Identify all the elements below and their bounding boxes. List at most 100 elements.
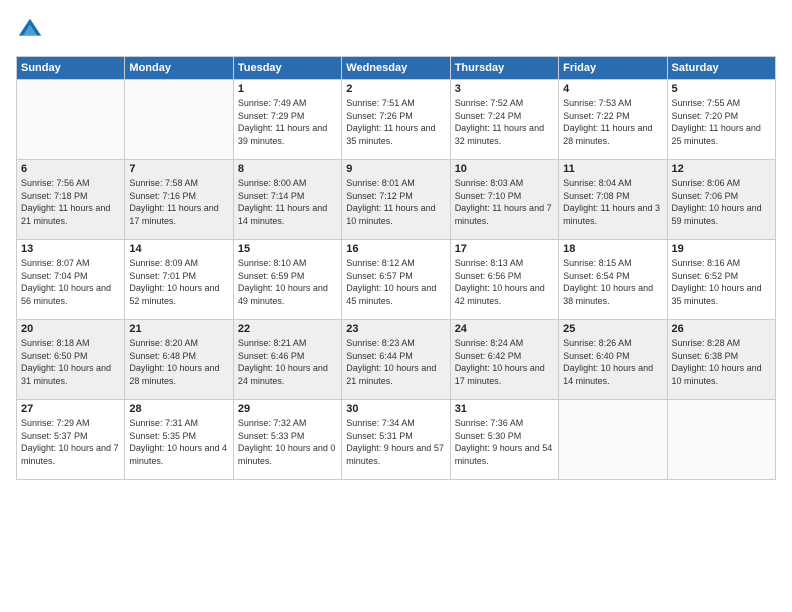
calendar-cell: 13 Sunrise: 8:07 AM Sunset: 7:04 PM Dayli… xyxy=(17,240,125,320)
day-info: Sunrise: 8:13 AM Sunset: 6:56 PM Dayligh… xyxy=(455,257,554,307)
calendar-cell: 27 Sunrise: 7:29 AM Sunset: 5:37 PM Dayli… xyxy=(17,400,125,480)
day-info: Sunrise: 8:26 AM Sunset: 6:40 PM Dayligh… xyxy=(563,337,662,387)
day-number: 30 xyxy=(346,403,445,415)
generalblue-logo-icon xyxy=(16,16,44,44)
day-info: Sunrise: 8:21 AM Sunset: 6:46 PM Dayligh… xyxy=(238,337,337,387)
day-number: 27 xyxy=(21,403,120,415)
day-number: 23 xyxy=(346,323,445,335)
day-number: 4 xyxy=(563,83,662,95)
calendar-cell: 21 Sunrise: 8:20 AM Sunset: 6:48 PM Dayli… xyxy=(125,320,233,400)
weekday-header-wednesday: Wednesday xyxy=(342,57,450,80)
day-info: Sunrise: 7:31 AM Sunset: 5:35 PM Dayligh… xyxy=(129,417,228,467)
day-number: 18 xyxy=(563,243,662,255)
calendar-week-row: 1 Sunrise: 7:49 AM Sunset: 7:29 PM Daylig… xyxy=(17,80,776,160)
day-number: 29 xyxy=(238,403,337,415)
logo xyxy=(16,16,48,44)
calendar-cell: 9Sunrise: 8:01 AM Sunset: 7:12 PM Daylig… xyxy=(342,160,450,240)
day-number: 10 xyxy=(455,163,554,175)
day-info: Sunrise: 8:24 AM Sunset: 6:42 PM Dayligh… xyxy=(455,337,554,387)
calendar-week-row: 27 Sunrise: 7:29 AM Sunset: 5:37 PM Dayli… xyxy=(17,400,776,480)
calendar-cell: 6Sunrise: 7:56 AM Sunset: 7:18 PM Daylig… xyxy=(17,160,125,240)
day-number: 12 xyxy=(672,163,771,175)
weekday-header-monday: Monday xyxy=(125,57,233,80)
day-number: 16 xyxy=(346,243,445,255)
day-info: Sunrise: 7:52 AM Sunset: 7:24 PM Dayligh… xyxy=(455,97,554,147)
day-info: Sunrise: 7:53 AM Sunset: 7:22 PM Dayligh… xyxy=(563,97,662,147)
day-info: Sunrise: 8:28 AM Sunset: 6:38 PM Dayligh… xyxy=(672,337,771,387)
calendar-cell: 18 Sunrise: 8:15 AM Sunset: 6:54 PM Dayli… xyxy=(559,240,667,320)
calendar-cell: 7 Sunrise: 7:58 AM Sunset: 7:16 PM Daylig… xyxy=(125,160,233,240)
day-info: Sunrise: 8:00 AM Sunset: 7:14 PM Dayligh… xyxy=(238,177,337,227)
day-info: Sunrise: 7:56 AM Sunset: 7:18 PM Dayligh… xyxy=(21,177,120,227)
calendar-cell: 26 Sunrise: 8:28 AM Sunset: 6:38 PM Dayli… xyxy=(667,320,775,400)
day-info: Sunrise: 7:34 AM Sunset: 5:31 PM Dayligh… xyxy=(346,417,445,467)
calendar-cell: 2 Sunrise: 7:51 AM Sunset: 7:26 PM Daylig… xyxy=(342,80,450,160)
day-info: Sunrise: 8:16 AM Sunset: 6:52 PM Dayligh… xyxy=(672,257,771,307)
calendar-cell xyxy=(559,400,667,480)
day-number: 17 xyxy=(455,243,554,255)
day-number: 26 xyxy=(672,323,771,335)
day-number: 31 xyxy=(455,403,554,415)
calendar-cell: 10 Sunrise: 8:03 AM Sunset: 7:10 PM Dayli… xyxy=(450,160,558,240)
calendar-week-row: 20 Sunrise: 8:18 AM Sunset: 6:50 PM Dayli… xyxy=(17,320,776,400)
calendar-cell: 11 Sunrise: 8:04 AM Sunset: 7:08 PM Dayli… xyxy=(559,160,667,240)
day-number: 2 xyxy=(346,83,445,95)
day-info: Sunrise: 7:36 AM Sunset: 5:30 PM Dayligh… xyxy=(455,417,554,467)
day-info: Sunrise: 8:06 AM Sunset: 7:06 PM Dayligh… xyxy=(672,177,771,227)
day-info: Sunrise: 8:04 AM Sunset: 7:08 PM Dayligh… xyxy=(563,177,662,227)
day-number: 3 xyxy=(455,83,554,95)
calendar-cell: 16 Sunrise: 8:12 AM Sunset: 6:57 PM Dayli… xyxy=(342,240,450,320)
day-info: Sunrise: 7:32 AM Sunset: 5:33 PM Dayligh… xyxy=(238,417,337,467)
day-info: Sunrise: 7:58 AM Sunset: 7:16 PM Dayligh… xyxy=(129,177,228,227)
calendar-cell: 3 Sunrise: 7:52 AM Sunset: 7:24 PM Daylig… xyxy=(450,80,558,160)
calendar-cell: 29 Sunrise: 7:32 AM Sunset: 5:33 PM Dayli… xyxy=(233,400,341,480)
calendar-cell: 15 Sunrise: 8:10 AM Sunset: 6:59 PM Dayli… xyxy=(233,240,341,320)
calendar-cell: 4 Sunrise: 7:53 AM Sunset: 7:22 PM Daylig… xyxy=(559,80,667,160)
day-number: 1 xyxy=(238,83,337,95)
calendar-cell: 20 Sunrise: 8:18 AM Sunset: 6:50 PM Dayli… xyxy=(17,320,125,400)
calendar-cell: 12 Sunrise: 8:06 AM Sunset: 7:06 PM Dayli… xyxy=(667,160,775,240)
day-info: Sunrise: 8:07 AM Sunset: 7:04 PM Dayligh… xyxy=(21,257,120,307)
calendar-week-row: 6Sunrise: 7:56 AM Sunset: 7:18 PM Daylig… xyxy=(17,160,776,240)
day-number: 24 xyxy=(455,323,554,335)
day-info: Sunrise: 8:09 AM Sunset: 7:01 PM Dayligh… xyxy=(129,257,228,307)
weekday-header-row: SundayMondayTuesdayWednesdayThursdayFrid… xyxy=(17,57,776,80)
day-number: 21 xyxy=(129,323,228,335)
day-number: 5 xyxy=(672,83,771,95)
calendar-cell: 19 Sunrise: 8:16 AM Sunset: 6:52 PM Dayli… xyxy=(667,240,775,320)
day-info: Sunrise: 8:12 AM Sunset: 6:57 PM Dayligh… xyxy=(346,257,445,307)
day-number: 19 xyxy=(672,243,771,255)
weekday-header-saturday: Saturday xyxy=(667,57,775,80)
day-number: 22 xyxy=(238,323,337,335)
day-number: 11 xyxy=(563,163,662,175)
calendar-cell xyxy=(667,400,775,480)
day-info: Sunrise: 8:23 AM Sunset: 6:44 PM Dayligh… xyxy=(346,337,445,387)
page-header xyxy=(16,16,776,44)
calendar-cell: 22 Sunrise: 8:21 AM Sunset: 6:46 PM Dayli… xyxy=(233,320,341,400)
day-info: Sunrise: 7:51 AM Sunset: 7:26 PM Dayligh… xyxy=(346,97,445,147)
calendar-body: 1 Sunrise: 7:49 AM Sunset: 7:29 PM Daylig… xyxy=(17,80,776,480)
day-info: Sunrise: 8:15 AM Sunset: 6:54 PM Dayligh… xyxy=(563,257,662,307)
day-info: Sunrise: 7:29 AM Sunset: 5:37 PM Dayligh… xyxy=(21,417,120,467)
calendar-cell xyxy=(17,80,125,160)
day-info: Sunrise: 7:49 AM Sunset: 7:29 PM Dayligh… xyxy=(238,97,337,147)
day-number: 9 xyxy=(346,163,445,175)
day-number: 28 xyxy=(129,403,228,415)
day-info: Sunrise: 7:55 AM Sunset: 7:20 PM Dayligh… xyxy=(672,97,771,147)
day-info: Sunrise: 8:20 AM Sunset: 6:48 PM Dayligh… xyxy=(129,337,228,387)
calendar-cell: 25Sunrise: 8:26 AM Sunset: 6:40 PM Dayli… xyxy=(559,320,667,400)
calendar-cell xyxy=(125,80,233,160)
day-number: 7 xyxy=(129,163,228,175)
calendar-cell: 31 Sunrise: 7:36 AM Sunset: 5:30 PM Dayli… xyxy=(450,400,558,480)
day-number: 13 xyxy=(21,243,120,255)
calendar-cell: 17 Sunrise: 8:13 AM Sunset: 6:56 PM Dayli… xyxy=(450,240,558,320)
day-info: Sunrise: 8:03 AM Sunset: 7:10 PM Dayligh… xyxy=(455,177,554,227)
day-number: 15 xyxy=(238,243,337,255)
day-number: 20 xyxy=(21,323,120,335)
day-info: Sunrise: 8:18 AM Sunset: 6:50 PM Dayligh… xyxy=(21,337,120,387)
calendar-table: SundayMondayTuesdayWednesdayThursdayFrid… xyxy=(16,56,776,480)
weekday-header-thursday: Thursday xyxy=(450,57,558,80)
day-number: 8 xyxy=(238,163,337,175)
calendar-cell: 30 Sunrise: 7:34 AM Sunset: 5:31 PM Dayli… xyxy=(342,400,450,480)
day-info: Sunrise: 8:10 AM Sunset: 6:59 PM Dayligh… xyxy=(238,257,337,307)
